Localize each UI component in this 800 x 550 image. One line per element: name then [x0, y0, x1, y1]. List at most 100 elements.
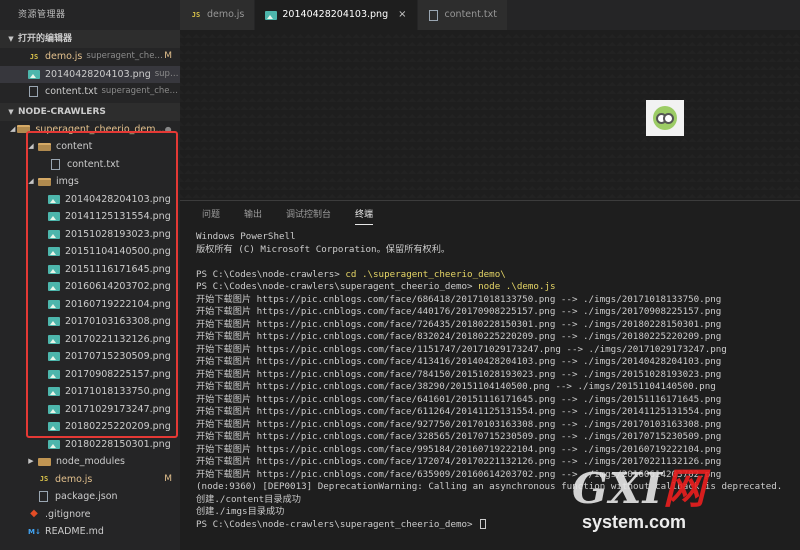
- file-name: 20141125131554.png: [65, 211, 171, 222]
- terminal-prompt: PS C:\Codes\node-crawlers\superagent_che…: [196, 281, 479, 292]
- tree-image-file[interactable]: 20151028193023.png: [0, 226, 180, 244]
- modified-badge: M: [164, 473, 172, 484]
- tab-label: content.txt: [444, 9, 497, 20]
- tab-terminal[interactable]: 终端: [355, 205, 374, 225]
- terminal-line: 开始下载图片 https://pic.cnblogs.com/face/1151…: [196, 343, 727, 355]
- bottom-panel: 问题 输出 调试控制台 终端 Windows PowerShell 版权所有 (…: [180, 200, 800, 550]
- tree-image-file[interactable]: 20180225220209.png: [0, 418, 180, 436]
- tab-output[interactable]: 输出: [244, 201, 262, 229]
- chevron-down-icon: ◢: [28, 142, 34, 150]
- image-icon: [48, 352, 60, 362]
- js-icon: JS: [191, 11, 201, 19]
- tree-image-file[interactable]: 20151104140500.png: [0, 243, 180, 261]
- terminal-line: PS C:\Codes\node-crawlers\superagent_che…: [196, 281, 796, 294]
- modified-badge: M: [164, 51, 172, 61]
- tree-gitignore[interactable]: ◆ .gitignore: [0, 506, 180, 524]
- terminal-line: 开始下载图片 https://pic.cnblogs.com/face/3829…: [196, 381, 716, 392]
- tab-label: 20140428204103.png: [282, 9, 389, 20]
- tree-content-file[interactable]: content.txt: [0, 156, 180, 174]
- image-icon: [48, 264, 60, 274]
- terminal-output[interactable]: Windows PowerShell 版权所有 (C) Microsoft Co…: [196, 231, 796, 531]
- project-label: NODE-CRAWLERS: [18, 106, 106, 117]
- tab-demo-js[interactable]: JS demo.js: [180, 0, 256, 30]
- text-file-icon: [29, 86, 38, 98]
- tree-image-file[interactable]: 20160614203702.png: [0, 278, 180, 296]
- open-editors-header[interactable]: ▼ 打开的编辑器: [0, 30, 180, 48]
- explorer-title: 资源管理器: [18, 10, 66, 20]
- folder-name: node_modules: [56, 456, 126, 467]
- open-editors-label: 打开的编辑器: [18, 34, 73, 44]
- download-log: 开始下载图片 https://pic.cnblogs.com/face/6864…: [196, 294, 796, 482]
- tree-image-file[interactable]: 20170715230509.png: [0, 348, 180, 366]
- chevron-right-icon: ▶: [28, 457, 34, 465]
- tree-image-file[interactable]: 20170221132126.png: [0, 331, 180, 349]
- terminal-line: 开始下载图片 https://pic.cnblogs.com/face/6864…: [196, 293, 722, 305]
- tab-problems[interactable]: 问题: [202, 201, 220, 229]
- file-name: demo.js: [55, 473, 93, 485]
- tree-imgs-folder[interactable]: ◢ imgs: [0, 173, 180, 191]
- terminal-line: 创建./imgs目录成功: [196, 506, 285, 517]
- file-name: content.txt: [67, 158, 120, 170]
- image-icon: [48, 229, 60, 239]
- tree-content-folder[interactable]: ◢ content: [0, 138, 180, 156]
- terminal-line: Windows PowerShell: [196, 231, 296, 242]
- folder-name: imgs: [56, 176, 79, 187]
- tree-image-file[interactable]: 20160719222104.png: [0, 296, 180, 314]
- file-name: 20151104140500.png: [65, 246, 171, 257]
- markdown-icon: M↓: [28, 527, 41, 536]
- js-icon: JS: [39, 475, 49, 484]
- open-editor-demo-js[interactable]: JS demo.js superagent_cheerio... M: [0, 48, 180, 66]
- tree-image-file[interactable]: 20180228150301.png: [0, 436, 180, 454]
- terminal-line: 开始下载图片 https://pic.cnblogs.com/face/4401…: [196, 306, 722, 317]
- json-file-icon: [39, 491, 48, 503]
- open-editor-png[interactable]: 20140428204103.png superage...: [0, 65, 180, 83]
- tree-image-file[interactable]: 20140428204103.png: [0, 191, 180, 209]
- tree-node-modules[interactable]: ▶ node_modules: [0, 453, 180, 471]
- folder-open-icon: [38, 142, 51, 151]
- open-editor-content-txt[interactable]: content.txt superagent_cheerio...: [0, 83, 180, 101]
- tree-readme[interactable]: M↓ README.md: [0, 523, 180, 541]
- file-name: 20170103163308.png: [65, 316, 171, 327]
- image-icon: [48, 369, 60, 379]
- tree-root-folder[interactable]: ◢ superagent_cheerio_dem... ●: [0, 121, 180, 139]
- terminal-command: node .\demo.js: [478, 281, 556, 292]
- open-editor-name: 20140428204103.png: [45, 68, 151, 80]
- image-icon: [48, 212, 60, 222]
- tree-image-file[interactable]: 20151116171645.png: [0, 261, 180, 279]
- file-name: 20180225220209.png: [65, 421, 171, 432]
- terminal-line: 开始下载图片 https://pic.cnblogs.com/face/4134…: [196, 356, 722, 367]
- image-icon: [48, 404, 60, 414]
- tree-image-file[interactable]: 20171018133750.png: [0, 383, 180, 401]
- tab-debug-console[interactable]: 调试控制台: [286, 201, 331, 229]
- owl-avatar-image: [653, 106, 677, 130]
- tree-package-json[interactable]: package.json: [0, 488, 180, 506]
- terminal-line: 开始下载图片 https://pic.cnblogs.com/face/9951…: [196, 443, 722, 455]
- close-icon[interactable]: ×: [398, 0, 406, 30]
- terminal-cursor: [480, 519, 487, 529]
- tree-image-file[interactable]: 20171029173247.png: [0, 401, 180, 419]
- file-name: 20160614203702.png: [65, 281, 171, 292]
- tab-image[interactable]: 20140428204103.png ×: [255, 0, 418, 30]
- terminal-line: 版权所有 (C) Microsoft Corporation。保留所有权利。: [196, 243, 451, 255]
- tree-image-file[interactable]: 20170103163308.png: [0, 313, 180, 331]
- editor-tab-bar: JS demo.js 20140428204103.png × content.…: [180, 0, 800, 30]
- tree-image-file[interactable]: 20170908225157.png: [0, 366, 180, 384]
- project-header[interactable]: ▼ NODE-CRAWLERS: [0, 102, 180, 121]
- file-name: 20171018133750.png: [65, 386, 171, 397]
- git-icon: ◆: [30, 508, 38, 520]
- open-editor-desc: superagent_cheerio...: [101, 86, 180, 96]
- tree-demo-js[interactable]: JS demo.js M: [0, 471, 180, 489]
- file-name: 20140428204103.png: [65, 193, 171, 205]
- terminal-line: 开始下载图片 https://pic.cnblogs.com/face/3285…: [196, 431, 722, 442]
- explorer-sidebar: 资源管理器 ▼ 打开的编辑器 JS demo.js superagent_che…: [0, 0, 180, 550]
- tab-content-txt[interactable]: content.txt: [417, 0, 508, 30]
- tab-label: demo.js: [207, 9, 245, 20]
- folder-open-icon: [17, 125, 31, 134]
- file-name: 20170908225157.png: [65, 368, 171, 380]
- folder-open-icon: [38, 177, 51, 186]
- chevron-down-icon: ▼: [8, 107, 14, 116]
- image-preview-area: [180, 30, 800, 200]
- file-name: 20151028193023.png: [65, 228, 171, 240]
- tree-image-file[interactable]: 20141125131554.png: [0, 208, 180, 226]
